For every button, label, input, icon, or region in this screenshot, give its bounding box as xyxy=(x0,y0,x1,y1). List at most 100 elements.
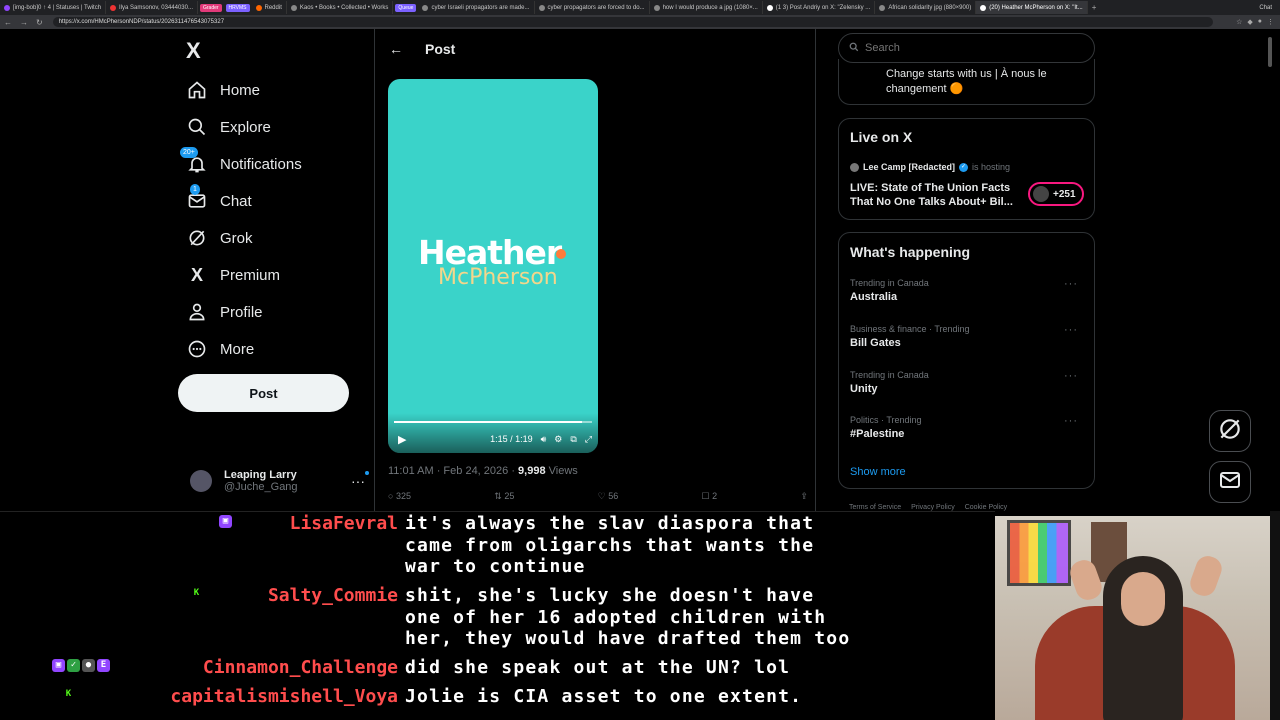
x-app: X Home Explore 20+ Notifications 1 Chat … xyxy=(0,29,1280,511)
url-field[interactable]: https://x.com/HMcPhersonNDP/status/20263… xyxy=(52,17,1213,27)
reload-icon[interactable]: ↻ xyxy=(36,18,43,27)
user-badges: K xyxy=(190,587,203,600)
menu-icon[interactable]: ⋮ xyxy=(1267,18,1274,26)
nav-notifications[interactable]: 20+ Notifications xyxy=(180,147,302,179)
bookmark-button[interactable]: ☐ 2 xyxy=(702,491,718,502)
back-arrow-icon[interactable]: ← xyxy=(4,18,12,27)
bookmark-count: 2 xyxy=(712,491,718,501)
grok-fab-button[interactable] xyxy=(1209,410,1251,452)
live-host[interactable]: Lee Camp [Redacted] ✓ is hosting xyxy=(850,162,1010,172)
chat-username: Cinnamon_Challenge xyxy=(202,657,398,678)
back-arrow-icon[interactable]: ← xyxy=(389,41,403,57)
play-icon[interactable]: ▶ xyxy=(398,433,406,446)
nav-grok[interactable]: Grok xyxy=(186,223,253,253)
like-button[interactable]: ♡ 56 xyxy=(598,491,619,502)
post-button[interactable]: Post xyxy=(178,374,349,412)
nav-explore[interactable]: Explore xyxy=(186,112,271,142)
tab-label: Kaos • Books • Collected • Works xyxy=(299,4,389,11)
rainbow-shelf xyxy=(1007,520,1071,586)
grok-icon xyxy=(186,227,208,249)
show-more-link[interactable]: Show more xyxy=(850,466,906,478)
live-stream-title[interactable]: LIVE: State of The Union Facts That No O… xyxy=(850,181,1020,209)
promo-card[interactable]: Change starts with us | À nous le change… xyxy=(838,59,1095,105)
more-dots-icon[interactable]: ··· xyxy=(1064,278,1078,290)
nav-chat[interactable]: 1 Chat xyxy=(186,184,252,216)
video-player[interactable]: Heather McPherson ▶ 1:15 / 1:19 🔊︎ ⚙ ⧉ ⤢ xyxy=(388,79,598,453)
more-dots-icon[interactable]: ··· xyxy=(1064,370,1078,382)
settings-gear-icon[interactable]: ⚙ xyxy=(554,434,562,445)
footer-link[interactable]: Terms of Service xyxy=(849,504,901,511)
chat-text: it's always the slav diaspora that came … xyxy=(405,513,815,577)
share-icon[interactable]: ⇪ xyxy=(800,491,808,502)
browser-tab-8[interactable]: African solidarity jpg (880×900) xyxy=(875,1,977,14)
trend-item[interactable]: Trending in Canada Unity ··· xyxy=(850,370,1086,395)
repost-icon: ⇅ xyxy=(494,491,505,501)
browser-toolbar-icons: ☆ ◆ ● ⋮ xyxy=(1236,18,1280,26)
post-timestamp[interactable]: 11:01 AM · Feb 24, 2026 · xyxy=(388,465,518,477)
fullscreen-icon[interactable]: ⤢ xyxy=(585,434,592,445)
messages-fab-button[interactable] xyxy=(1209,461,1251,503)
tab-favicon-icon xyxy=(4,4,10,11)
tab-favicon-icon xyxy=(255,4,262,11)
tab-favicon-icon xyxy=(422,4,429,11)
footer-link[interactable]: Cookie Policy xyxy=(965,504,1007,511)
new-tab-icon[interactable]: + xyxy=(1092,3,1097,12)
more-dots-icon[interactable]: ··· xyxy=(351,471,369,489)
tab-label: [img-bob]0 ↑ 4 | Statuses | Twitch xyxy=(13,4,102,11)
browser-tab-3[interactable]: Kaos • Books • Collected • Works xyxy=(287,1,394,14)
page-scrollbar[interactable] xyxy=(1268,37,1272,67)
tab-label: (1 3) Post Andriy on X: "Zelensky ... xyxy=(775,4,871,11)
browser-tab-2[interactable]: Reddit xyxy=(252,1,287,14)
browser-tab-bar: [img-bob]0 ↑ 4 | Statuses | Twitch Ilya … xyxy=(0,0,1280,15)
browser-tab-4[interactable]: cyber Israeli propagators are made... xyxy=(418,1,535,14)
browser-tab-7[interactable]: (1 3) Post Andriy on X: "Zelensky ... xyxy=(763,1,876,14)
browser-tab-5[interactable]: cyber propagators are forced to do... xyxy=(535,1,650,14)
trend-item[interactable]: Trending in Canada Australia ··· xyxy=(850,278,1086,303)
user-badges: ▣ xyxy=(219,515,232,528)
reply-count: 325 xyxy=(395,491,411,501)
browser-tab-1[interactable]: Ilya Samsonov, 03444030... xyxy=(106,1,198,14)
nav-more[interactable]: More xyxy=(186,334,254,364)
right-sidebar: Change starts with us | À nous le change… xyxy=(838,29,1096,511)
x-logo-icon[interactable]: X xyxy=(186,38,201,64)
nav-label: More xyxy=(220,340,255,358)
forward-arrow-icon[interactable]: → xyxy=(20,18,28,27)
repost-button[interactable]: ⇅ 25 xyxy=(494,491,514,502)
browser-tab-6[interactable]: how I would produce a jpg (1080×... xyxy=(650,1,763,14)
bookmark-pill[interactable]: Grader xyxy=(199,3,222,12)
more-dots-icon[interactable]: ··· xyxy=(1064,324,1078,336)
main-column: ← Post Heather McPherson ▶ 1:15 / 1:19 🔊… xyxy=(374,29,816,511)
reply-button[interactable]: ○ 325 xyxy=(388,491,411,502)
browser-chat-label[interactable]: Chat xyxy=(1259,5,1280,11)
nav-premium[interactable]: X Premium xyxy=(186,260,280,290)
brand-dot-icon xyxy=(556,249,566,259)
home-icon xyxy=(186,79,208,101)
picture-in-picture-icon[interactable]: ⧉ xyxy=(570,434,576,445)
browser-tab-active[interactable]: (20) Heather McPherson on X: "It... xyxy=(976,1,1088,14)
star-icon[interactable]: ☆ xyxy=(1236,18,1242,26)
bookmark-pill[interactable]: HRVMS xyxy=(225,3,250,12)
live-listener-count[interactable]: +251 xyxy=(1028,182,1084,206)
footer-link[interactable]: Privacy Policy xyxy=(911,504,955,511)
trend-item[interactable]: Politics · Trending #Palestine ··· xyxy=(850,415,1086,440)
search-box[interactable] xyxy=(838,33,1095,63)
video-progress-bar[interactable] xyxy=(394,421,592,423)
screen: [img-bob]0 ↑ 4 | Statuses | Twitch Ilya … xyxy=(0,0,1280,720)
account-switcher[interactable]: Leaping Larry @Juche_Gang ··· xyxy=(190,461,369,501)
trend-item[interactable]: Business & finance · Trending Bill Gates… xyxy=(850,324,1086,349)
x-logo-icon: X xyxy=(190,264,203,285)
user-badges: ▣ ✓ ● E xyxy=(52,659,110,672)
profile-icon[interactable]: ● xyxy=(1258,18,1262,26)
search-input[interactable] xyxy=(865,42,1065,54)
volume-icon[interactable]: 🔊︎ xyxy=(541,434,547,445)
nav-profile[interactable]: Profile xyxy=(186,297,263,327)
more-dots-icon[interactable]: ··· xyxy=(1064,415,1078,427)
nav-home[interactable]: Home xyxy=(186,75,260,105)
tab-label: Reddit xyxy=(264,4,282,11)
browser-tab-0[interactable]: [img-bob]0 ↑ 4 | Statuses | Twitch xyxy=(0,1,107,14)
heart-icon: ♡ xyxy=(597,491,609,501)
user-badges: K xyxy=(62,688,75,701)
extension-icon[interactable]: ◆ xyxy=(1247,18,1252,26)
bookmark-pill[interactable]: Queue xyxy=(395,3,417,12)
tab-label: cyber Israeli propagators are made... xyxy=(431,4,530,11)
